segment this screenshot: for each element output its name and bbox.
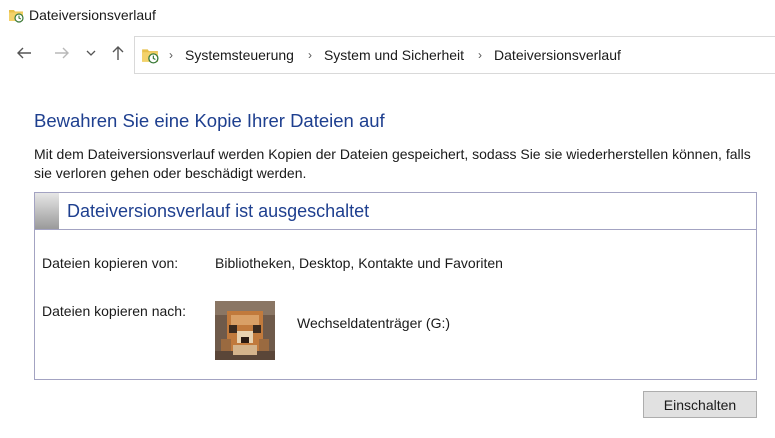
chevron-down-icon — [86, 50, 96, 56]
status-panel: Dateiversionsverlauf ist ausgeschaltet D… — [34, 192, 757, 380]
copy-to-value: Wechseldatenträger (G:) — [297, 315, 451, 331]
arrow-left-icon — [17, 47, 31, 59]
breadcrumb: › Systemsteuerung › System und Sicherhei… — [169, 47, 635, 63]
address-bar[interactable]: › Systemsteuerung › System und Sicherhei… — [134, 36, 775, 74]
enable-button[interactable]: Einschalten — [643, 391, 757, 418]
arrow-right-icon — [55, 47, 69, 59]
recent-locations-button[interactable] — [83, 42, 99, 64]
copy-from-value: Bibliotheken, Desktop, Kontakte und Favo… — [215, 255, 503, 271]
chevron-right-icon[interactable]: › — [169, 48, 173, 62]
breadcrumb-item-system-und-sicherheit[interactable]: System und Sicherheit — [324, 47, 464, 63]
drive-image — [215, 301, 275, 360]
page-description: Mit dem Dateiversionsverlauf werden Kopi… — [34, 146, 751, 181]
title-bar: Dateiversionsverlauf — [0, 0, 775, 32]
page-heading: Bewahren Sie eine Kopie Ihrer Dateien au… — [34, 110, 385, 131]
status-stripe — [35, 193, 59, 229]
forward-button[interactable] — [52, 42, 72, 64]
window-title: Dateiversionsverlauf — [29, 7, 156, 23]
up-button[interactable] — [108, 42, 128, 64]
breadcrumb-item-dateiversionsverlauf[interactable]: Dateiversionsverlauf — [494, 47, 621, 63]
file-history-icon — [142, 49, 159, 64]
breadcrumb-item-systemsteuerung[interactable]: Systemsteuerung — [185, 47, 294, 63]
chevron-right-icon[interactable]: › — [308, 48, 312, 62]
status-text: Dateiversionsverlauf ist ausgeschaltet — [67, 200, 370, 221]
file-history-icon — [9, 10, 24, 23]
chevron-right-icon[interactable]: › — [478, 48, 482, 62]
copy-from-label: Dateien kopieren von: — [42, 255, 179, 271]
back-button[interactable] — [14, 42, 34, 64]
drive-image-picture — [215, 301, 275, 360]
copy-to-label: Dateien kopieren nach: — [42, 303, 186, 319]
status-panel-header: Dateiversionsverlauf ist ausgeschaltet — [35, 193, 756, 230]
arrow-up-icon — [112, 46, 124, 60]
